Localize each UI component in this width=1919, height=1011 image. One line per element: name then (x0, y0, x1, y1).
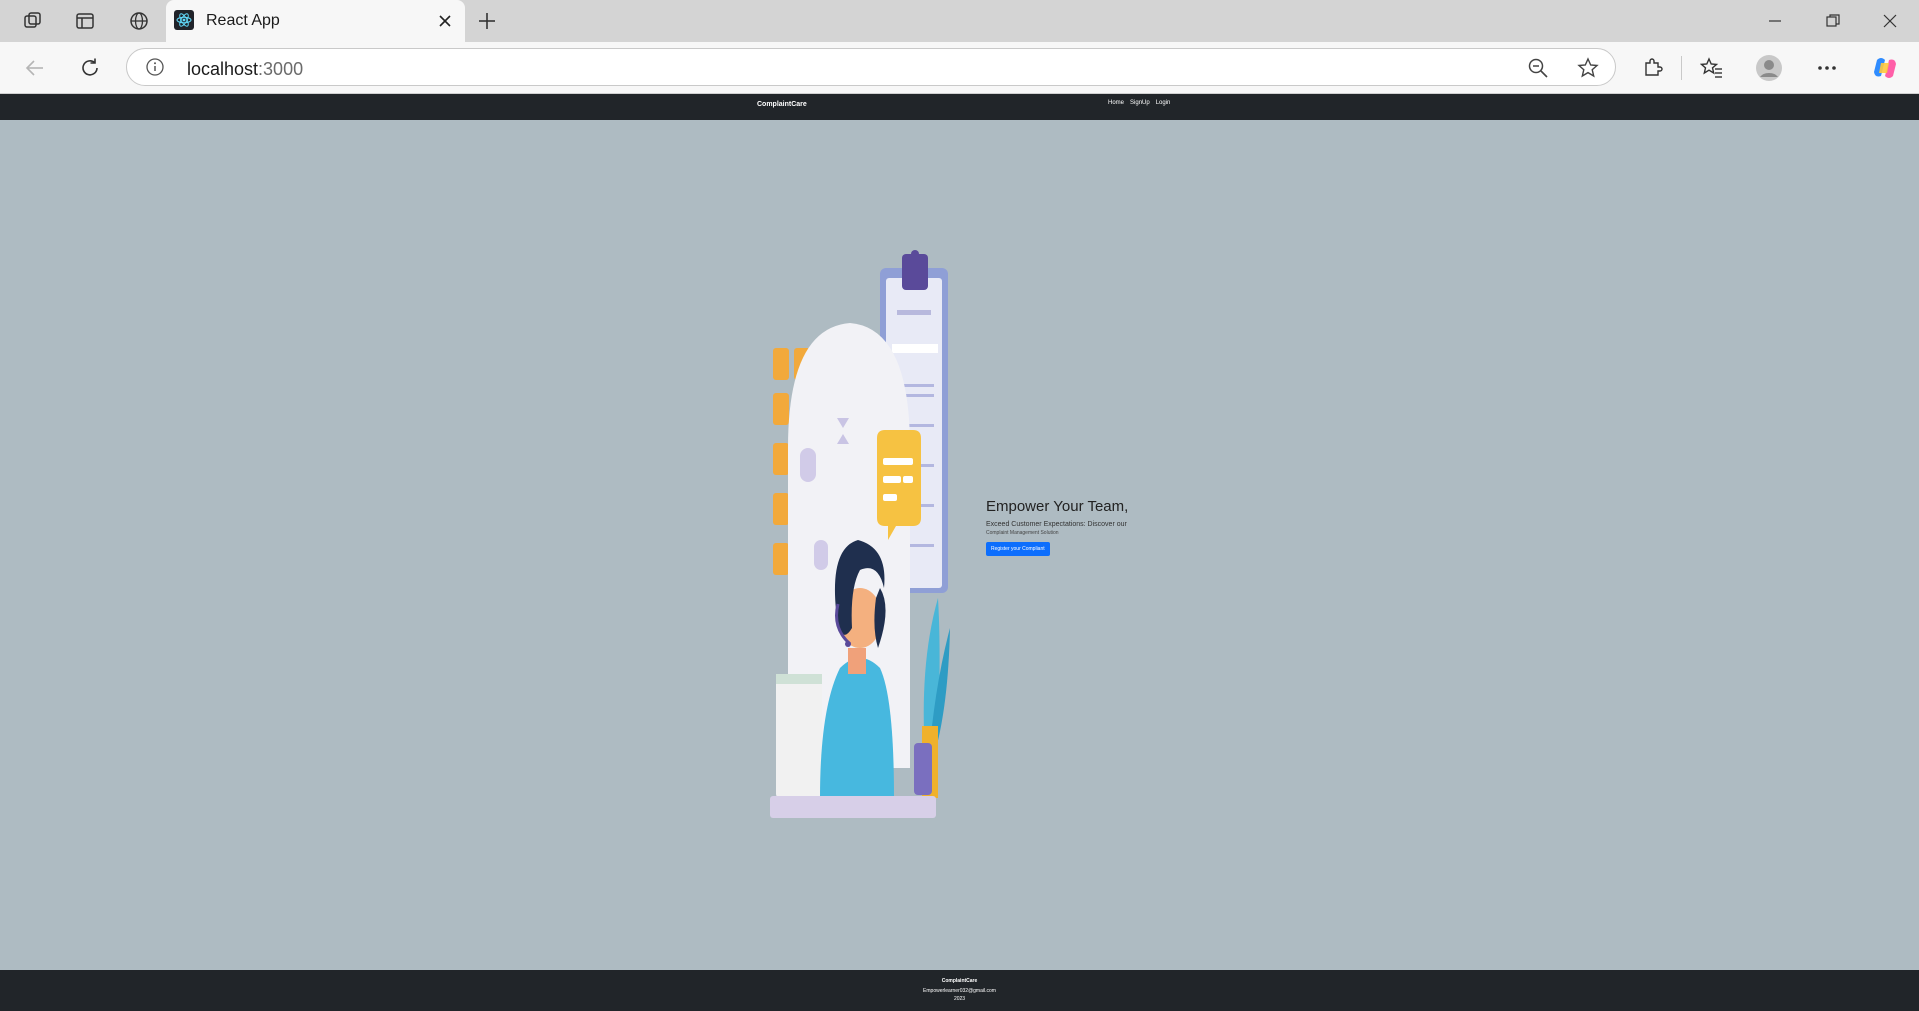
copilot-icon[interactable] (1871, 54, 1899, 82)
refresh-icon[interactable] (76, 54, 104, 82)
new-tab-icon[interactable] (474, 8, 500, 34)
nav-link-signup[interactable]: SignUp (1130, 100, 1150, 106)
hero-subtitle: Exceed Customer Expectations: Discover o… (986, 521, 1127, 528)
address-host: localhost (187, 59, 259, 79)
tab-title: React App (206, 12, 280, 29)
footer-brand: ComplaintCare (941, 978, 978, 984)
hero-subtitle-2: Complaint Management Solution (986, 530, 1059, 537)
restore-icon[interactable] (1820, 8, 1846, 34)
extensions-icon[interactable] (1638, 54, 1666, 82)
hero-illustration (770, 248, 952, 818)
profile-icon[interactable] (1755, 54, 1783, 82)
browser-tab-bar: React App (0, 0, 1919, 42)
zoom-out-icon[interactable] (1527, 57, 1549, 79)
window-close-icon[interactable] (1877, 8, 1903, 34)
register-complaint-button[interactable]: Register your Compliant (986, 542, 1050, 557)
favorites-icon[interactable] (1698, 54, 1726, 82)
hero-text: Empower Your Team, Exceed Customer Expec… (986, 498, 1176, 557)
favorite-star-icon[interactable] (1577, 57, 1599, 79)
workspaces-icon[interactable] (20, 8, 46, 34)
close-icon[interactable] (435, 11, 455, 31)
navbar-links: Home SignUp Login (1108, 100, 1170, 106)
globe-icon[interactable] (126, 8, 152, 34)
active-tab[interactable]: React App (166, 0, 465, 42)
navbar-brand[interactable]: ComplaintCare (757, 101, 807, 108)
nav-link-login[interactable]: Login (1156, 100, 1171, 106)
app-footer: ComplaintCare Empowerlearner032@gmail.co… (0, 970, 1919, 1011)
app-navbar: ComplaintCare Home SignUp Login (0, 94, 1919, 120)
address-port: :3000 (258, 59, 304, 79)
footer-email: Empowerlearner032@gmail.com (923, 988, 996, 994)
browser-toolbar: localhost:3000 (0, 42, 1919, 94)
tab-actions-icon[interactable] (72, 8, 98, 34)
address-bar[interactable]: localhost:3000 (126, 48, 1616, 86)
address-text[interactable]: localhost:3000 (187, 59, 303, 80)
minimize-icon[interactable] (1762, 8, 1788, 34)
hero-title: Empower Your Team, (986, 498, 1129, 515)
nav-link-home[interactable]: Home (1108, 100, 1124, 106)
back-icon[interactable] (21, 54, 49, 82)
react-favicon (174, 10, 194, 30)
more-icon[interactable] (1813, 54, 1841, 82)
footer-year: 2023 (953, 996, 966, 1002)
toolbar-divider (1681, 56, 1682, 80)
site-info-icon[interactable] (145, 57, 165, 77)
